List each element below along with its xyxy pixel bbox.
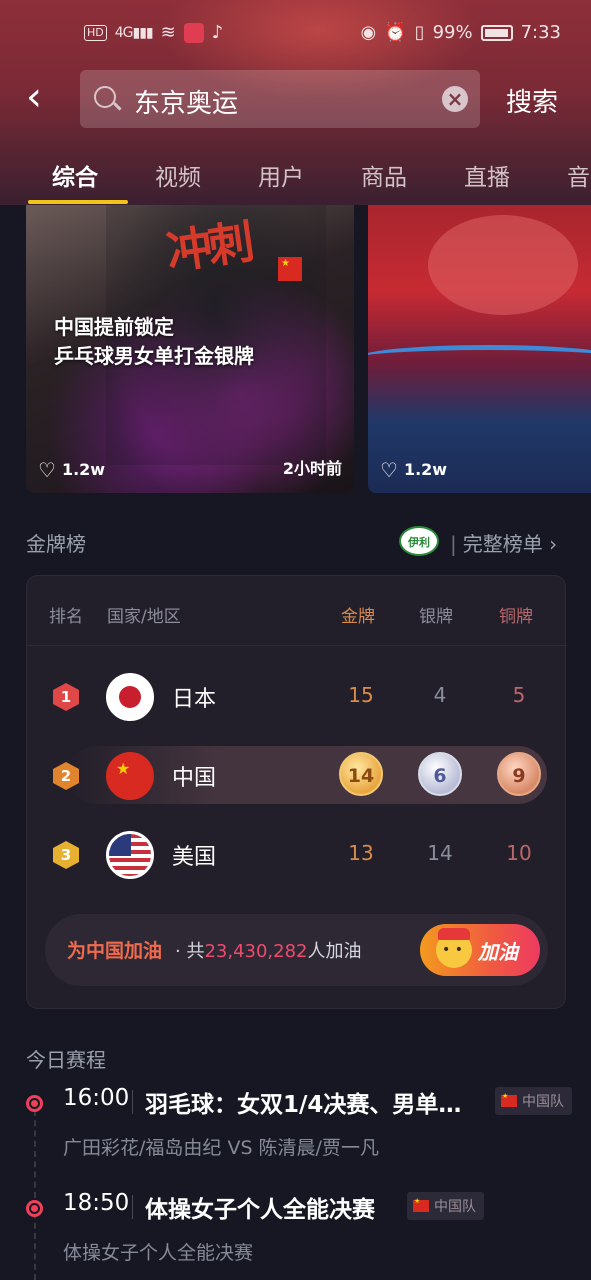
medal-table-header: 排名 国家/地区 金牌 银牌 铜牌 — [27, 576, 567, 646]
china-flag-icon — [106, 752, 154, 800]
search-query[interactable]: 东京奥运 — [134, 83, 238, 120]
alarm-icon: ⏰ — [384, 22, 407, 43]
silver-count: 4 — [433, 683, 447, 707]
medal-table: 排名 国家/地区 金牌 银牌 铜牌 1 日本 15 4 5 2 中国 14 6 … — [26, 575, 567, 1009]
cheer-face-icon — [436, 928, 472, 968]
gold-count: 15 — [348, 683, 374, 707]
schedule-heading: 今日赛程 — [26, 1048, 106, 1072]
col-country: 国家/地区 — [107, 607, 181, 627]
divider — [132, 1195, 133, 1219]
heart-icon: ♡ — [38, 457, 56, 482]
bronze-count: 9 — [497, 752, 541, 796]
col-gold: 金牌 — [341, 607, 375, 627]
country-name: 日本 — [172, 687, 217, 712]
event-title: 羽毛球：女双1/4决赛、男单… — [145, 1092, 462, 1118]
rank-badge: 3 — [53, 841, 79, 869]
event-time: 16:00 — [63, 1085, 130, 1111]
video-card[interactable]: ♡ 1.2w — [368, 205, 591, 493]
gold-count: 14 — [339, 752, 383, 796]
battery-percent: 99% — [432, 22, 473, 43]
signal-icon: 4G▮▮▮ — [114, 24, 154, 41]
cheer-bar: 为中国加油 · 共23,430,282人加油 加油 — [45, 914, 548, 986]
thumbnail-stripe — [368, 345, 591, 371]
team-tag: 中国队 — [407, 1192, 484, 1220]
header: HD 4G▮▮▮ ≋ ♪ ◉ ⏰ ▯ 99% 7:33 ‹ 东京奥运 × 搜索 … — [0, 0, 591, 205]
col-rank: 排名 — [49, 607, 83, 627]
video-card[interactable]: 冲刺 中国提前锁定 乒乓球男女单打金银牌 ♡ 1.2w 2小时前 — [26, 205, 354, 493]
japan-flag-icon — [106, 673, 154, 721]
china-flag-icon — [501, 1092, 517, 1107]
col-silver: 银牌 — [419, 607, 453, 627]
video-likes: ♡ 1.2w — [380, 457, 448, 482]
battery-icon — [480, 24, 513, 41]
timeline-dot-icon — [26, 1200, 43, 1217]
event-title: 体操女子个人全能决赛 — [145, 1197, 375, 1223]
tab-active-indicator — [28, 200, 128, 204]
cheer-count-text: · 共23,430,282人加油 — [175, 941, 362, 962]
tab-user[interactable]: 用户 — [258, 158, 304, 192]
cheer-label: 为中国加油 — [67, 940, 163, 962]
medal-row[interactable]: 3 美国 13 14 10 — [27, 825, 567, 883]
video-time: 2小时前 — [282, 459, 342, 478]
tab-goods[interactable]: 商品 — [361, 158, 407, 192]
heart-icon: ♡ — [380, 457, 398, 482]
col-bronze: 铜牌 — [499, 607, 533, 627]
cheer-count: 23,430,282 — [204, 941, 308, 962]
app-notification-icon — [183, 22, 204, 43]
status-bar: HD 4G▮▮▮ ≋ ♪ ◉ ⏰ ▯ 99% 7:33 — [0, 0, 591, 68]
gold-count: 13 — [348, 841, 374, 865]
rank-badge: 1 — [53, 683, 79, 711]
search-bar: ‹ 东京奥运 × 搜索 — [0, 70, 591, 130]
clock: 7:33 — [520, 22, 561, 43]
eye-icon: ◉ — [360, 22, 377, 43]
medal-row[interactable]: 2 中国 14 6 9 — [27, 746, 567, 804]
clear-icon[interactable]: × — [442, 86, 468, 112]
tiktok-icon: ♪ — [211, 22, 224, 43]
video-cards: 冲刺 中国提前锁定 乒乓球男女单打金银牌 ♡ 1.2w 2小时前 ♡ 1.2w — [0, 205, 591, 495]
china-flag-icon — [413, 1197, 429, 1212]
video-thumbnail — [428, 215, 578, 315]
event-subtitle: 广田彩花/福岛由纪 VS 陈清晨/贾一凡 — [63, 1137, 379, 1159]
timeline-dot-icon — [26, 1095, 43, 1112]
rank-badge: 2 — [53, 762, 79, 790]
event-time: 18:50 — [63, 1190, 130, 1216]
video-likes: ♡ 1.2w — [38, 457, 106, 482]
tab-live[interactable]: 直播 — [464, 158, 510, 192]
vibrate-icon: ▯ — [414, 22, 425, 43]
search-icon — [94, 86, 116, 108]
sponsor-logo: 伊利 — [399, 526, 439, 556]
search-input[interactable]: 东京奥运 × — [80, 70, 480, 128]
team-tag: 中国队 — [495, 1087, 572, 1115]
event-subtitle: 体操女子个人全能决赛 — [63, 1242, 254, 1264]
country-name: 中国 — [172, 766, 217, 791]
bronze-count: 5 — [512, 683, 526, 707]
silver-count: 14 — [427, 841, 453, 865]
divider — [132, 1090, 133, 1114]
schedule-event[interactable]: 18:50 体操女子个人全能决赛 中国队 体操女子个人全能决赛 — [0, 1190, 591, 1270]
bronze-count: 10 — [506, 841, 532, 865]
country-name: 美国 — [172, 845, 217, 870]
cheer-button[interactable]: 加油 — [420, 924, 540, 976]
silver-count: 6 — [418, 752, 462, 796]
full-list-link[interactable]: | 完整榜单 › — [450, 528, 557, 557]
brush-text: 冲刺 — [163, 214, 254, 280]
medal-row[interactable]: 1 日本 15 4 5 — [27, 667, 567, 725]
wifi-icon: ≋ — [160, 22, 176, 43]
tab-all[interactable]: 综合 — [52, 158, 98, 192]
hd-indicator: HD — [84, 24, 107, 41]
back-arrow-icon[interactable]: ‹ — [26, 77, 54, 118]
tab-music[interactable]: 音 — [567, 158, 590, 192]
medal-board-heading: 金牌榜 — [26, 532, 86, 556]
video-title: 中国提前锁定 乒乓球男女单打金银牌 — [54, 315, 254, 368]
tab-bar: 综合 视频 用户 商品 直播 音 — [0, 150, 591, 205]
search-button[interactable]: 搜索 — [506, 82, 558, 119]
cheer-button-label: 加油 — [478, 940, 518, 964]
china-flag-icon — [278, 257, 302, 281]
schedule-event[interactable]: 16:00 羽毛球：女双1/4决赛、男单… 中国队 广田彩花/福岛由纪 VS 陈… — [0, 1085, 591, 1165]
tab-video[interactable]: 视频 — [155, 158, 201, 192]
usa-flag-icon — [106, 831, 154, 879]
